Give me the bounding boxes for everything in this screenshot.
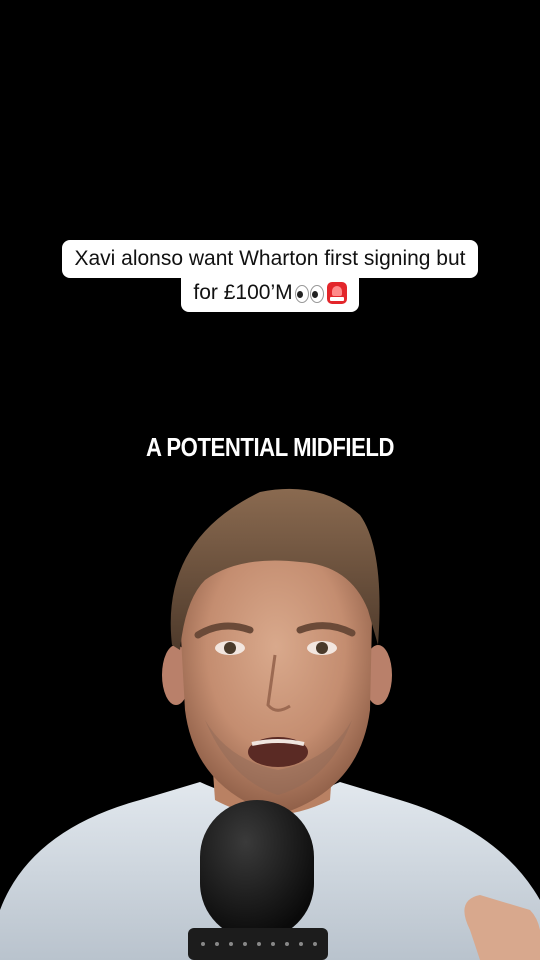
caption-line-1: Xavi alonso want Wharton first signing b… (62, 240, 478, 278)
siren-icon (326, 282, 347, 305)
caption-box: Xavi alonso want Wharton first signing b… (0, 240, 540, 312)
eyes-icon (294, 284, 324, 304)
presenter-image (0, 488, 540, 960)
video-frame: Xavi alonso want Wharton first signing b… (0, 0, 540, 960)
overlay-headline: A POTENTIAL MIDFIELD (145, 432, 395, 462)
caption-line-2: for £100’M (181, 274, 359, 312)
caption-text-1: Xavi alonso want Wharton first signing b… (74, 247, 466, 270)
caption-text-2: for £100’M (193, 281, 293, 304)
